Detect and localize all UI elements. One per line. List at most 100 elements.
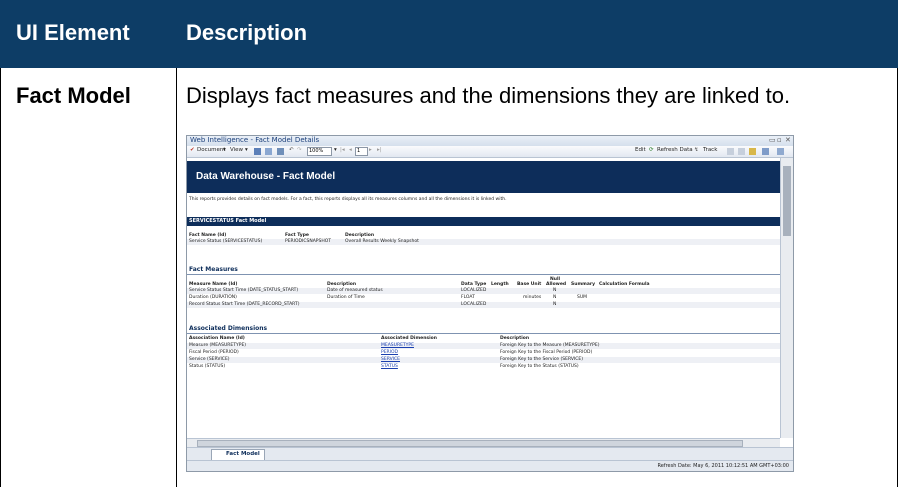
measure-null-cell: N bbox=[553, 295, 557, 300]
fact-section-title: SERVICESTATUS Fact Model bbox=[189, 218, 267, 224]
last-page-icon[interactable]: ▸| bbox=[377, 147, 382, 153]
report-title: Data Warehouse - Fact Model bbox=[196, 171, 336, 182]
first-page-icon[interactable]: |◂ bbox=[340, 147, 345, 153]
measure-description-cell: Duration of Time bbox=[327, 295, 365, 300]
table-row bbox=[187, 295, 780, 301]
save-icon[interactable] bbox=[254, 148, 261, 155]
vertical-scroll-thumb[interactable] bbox=[783, 166, 791, 236]
measures-col-baseunit: Base Unit bbox=[517, 282, 542, 287]
fact-col-description: Description bbox=[345, 233, 375, 238]
table-header: UI Element Description bbox=[0, 0, 898, 68]
fact-col-name: Fact Name (Id) bbox=[189, 233, 227, 238]
measure-datatype-cell: FLOAT bbox=[461, 295, 475, 300]
association-description-cell: Foreign Key to the Status (STATUS) bbox=[500, 364, 579, 369]
document-icon: ✔ bbox=[190, 147, 195, 153]
association-name-cell: Status (STATUS) bbox=[189, 364, 226, 369]
window-title: Web Intelligence - Fact Model Details bbox=[190, 136, 320, 144]
element-description: Displays fact measures and the dimension… bbox=[186, 83, 791, 108]
refresh-icon: ⟳ bbox=[649, 147, 654, 153]
zoom-select[interactable]: 100% bbox=[307, 147, 332, 156]
next-page-icon[interactable]: ▸ bbox=[369, 147, 372, 153]
dims-col-association: Association Name (Id) bbox=[189, 336, 245, 341]
refresh-date: Refresh Date: May 6, 2011 10:12:51 AM GM… bbox=[657, 463, 789, 469]
previous-page-icon[interactable]: ◂ bbox=[349, 147, 352, 153]
report-page: Data Warehouse - Fact Model This reports… bbox=[187, 158, 780, 438]
association-description-cell: Foreign Key to the Measure (MEASURETYPE) bbox=[500, 343, 600, 348]
association-name-cell: Measure (MEASURETYPE) bbox=[189, 343, 247, 348]
dimensions-title: Associated Dimensions bbox=[189, 325, 268, 332]
redo-icon[interactable]: ↷ bbox=[297, 147, 302, 153]
measure-null-cell: N bbox=[553, 288, 557, 293]
horizontal-scroll-thumb[interactable] bbox=[197, 440, 743, 447]
page-number-input[interactable]: 1 bbox=[355, 147, 368, 156]
measure-null-cell: N bbox=[553, 302, 557, 307]
chevron-down-icon: ▾ bbox=[223, 147, 226, 153]
element-name: Fact Model bbox=[16, 83, 131, 108]
window-toolbar: ✔ Document ▾ View ▾ ↶ ↷ 100% ▾ |◂ ◂ 1 ▸ … bbox=[187, 146, 793, 158]
zoom-icon[interactable] bbox=[777, 148, 784, 155]
measure-datatype-cell: LOCALIZED bbox=[461, 288, 487, 293]
vertical-scrollbar[interactable] bbox=[780, 158, 793, 438]
measure-name-cell: Duration (DURATION) bbox=[189, 295, 237, 300]
fact-name-cell: Service Status (SERVICESTATUS) bbox=[189, 239, 263, 244]
table-row bbox=[187, 350, 780, 356]
association-name-cell: Service (SERVICE) bbox=[189, 357, 230, 362]
track-button[interactable]: Track bbox=[703, 147, 717, 153]
measures-title: Fact Measures bbox=[189, 266, 238, 273]
measure-name-cell: Record Status Start Time (DATE_RECORD_ST… bbox=[189, 302, 300, 307]
report-tabs: Fact Model bbox=[187, 447, 793, 461]
report-intro: This reports provides details on fact mo… bbox=[189, 197, 507, 202]
panel-icon[interactable] bbox=[762, 148, 769, 155]
document-menu[interactable]: Document bbox=[197, 147, 226, 153]
fact-section-bar: SERVICESTATUS Fact Model bbox=[187, 217, 780, 226]
filter-icon[interactable] bbox=[738, 148, 745, 155]
horizontal-scrollbar[interactable] bbox=[187, 438, 780, 447]
dimension-link[interactable]: PERIOD bbox=[381, 350, 398, 355]
table-border-left bbox=[0, 68, 1, 487]
measures-col-name: Measure Name (Id) bbox=[189, 282, 238, 287]
association-description-cell: Foreign Key to the Fiscal Period (PERIOD… bbox=[500, 350, 593, 355]
measures-col-datatype: Data Type bbox=[461, 282, 487, 287]
table-row bbox=[187, 357, 780, 363]
fact-col-type: Fact Type bbox=[285, 233, 309, 238]
drill-icon[interactable] bbox=[727, 148, 734, 155]
table-row bbox=[187, 364, 780, 370]
measures-col-description: Description bbox=[327, 282, 357, 287]
window-titlebar: Web Intelligence - Fact Model Details ▭ … bbox=[187, 136, 793, 146]
dimension-link[interactable]: STATUS bbox=[381, 364, 398, 369]
header-description: Description bbox=[186, 20, 308, 45]
view-menu[interactable]: View bbox=[230, 147, 243, 153]
dimensions-divider bbox=[187, 333, 780, 334]
table-row bbox=[187, 343, 780, 349]
table-column-divider bbox=[176, 68, 177, 487]
report-banner: Data Warehouse - Fact Model bbox=[187, 161, 780, 193]
status-bar: Refresh Date: May 6, 2011 10:12:51 AM GM… bbox=[187, 460, 793, 471]
measure-description-cell: Date of measured status bbox=[327, 288, 383, 293]
print-icon[interactable] bbox=[265, 148, 272, 155]
measures-col-null: Null Allowed bbox=[546, 277, 567, 287]
undo-icon[interactable]: ↶ bbox=[289, 147, 294, 153]
fact-type-cell: PERIODICSNAPSHOT bbox=[285, 239, 332, 244]
table-row bbox=[187, 239, 780, 245]
dimension-link[interactable]: MEASURETYPE bbox=[381, 343, 414, 348]
close-icon[interactable]: ✕ bbox=[785, 136, 791, 144]
dims-col-description: Description bbox=[500, 336, 530, 341]
dims-col-dimension: Associated Dimension bbox=[381, 336, 437, 341]
measures-divider bbox=[187, 274, 780, 275]
tab-label: Fact Model bbox=[226, 451, 260, 457]
association-name-cell: Fiscal Period (PERIOD) bbox=[189, 350, 239, 355]
measure-baseunit-cell: minutes bbox=[523, 295, 542, 300]
outline-icon[interactable] bbox=[749, 148, 756, 155]
edit-button[interactable]: Edit bbox=[635, 147, 646, 153]
measures-col-summary: Summary bbox=[571, 282, 596, 287]
association-description-cell: Foreign Key to the Service (SERVICE) bbox=[500, 357, 583, 362]
dimension-link[interactable]: SERVICE bbox=[381, 357, 400, 362]
refresh-data-button[interactable]: Refresh Data bbox=[657, 147, 693, 153]
find-icon[interactable] bbox=[277, 148, 284, 155]
header-ui-element: UI Element bbox=[16, 20, 130, 45]
maximize-icon[interactable]: ▫ bbox=[777, 136, 782, 144]
fact-description-cell: Overall Results Weekly Snapshot bbox=[345, 239, 419, 244]
zoom-dropdown-icon[interactable]: ▾ bbox=[334, 147, 337, 153]
measure-datatype-cell: LOCALIZED bbox=[461, 302, 487, 307]
restore-icon[interactable]: ▭ bbox=[769, 136, 776, 144]
